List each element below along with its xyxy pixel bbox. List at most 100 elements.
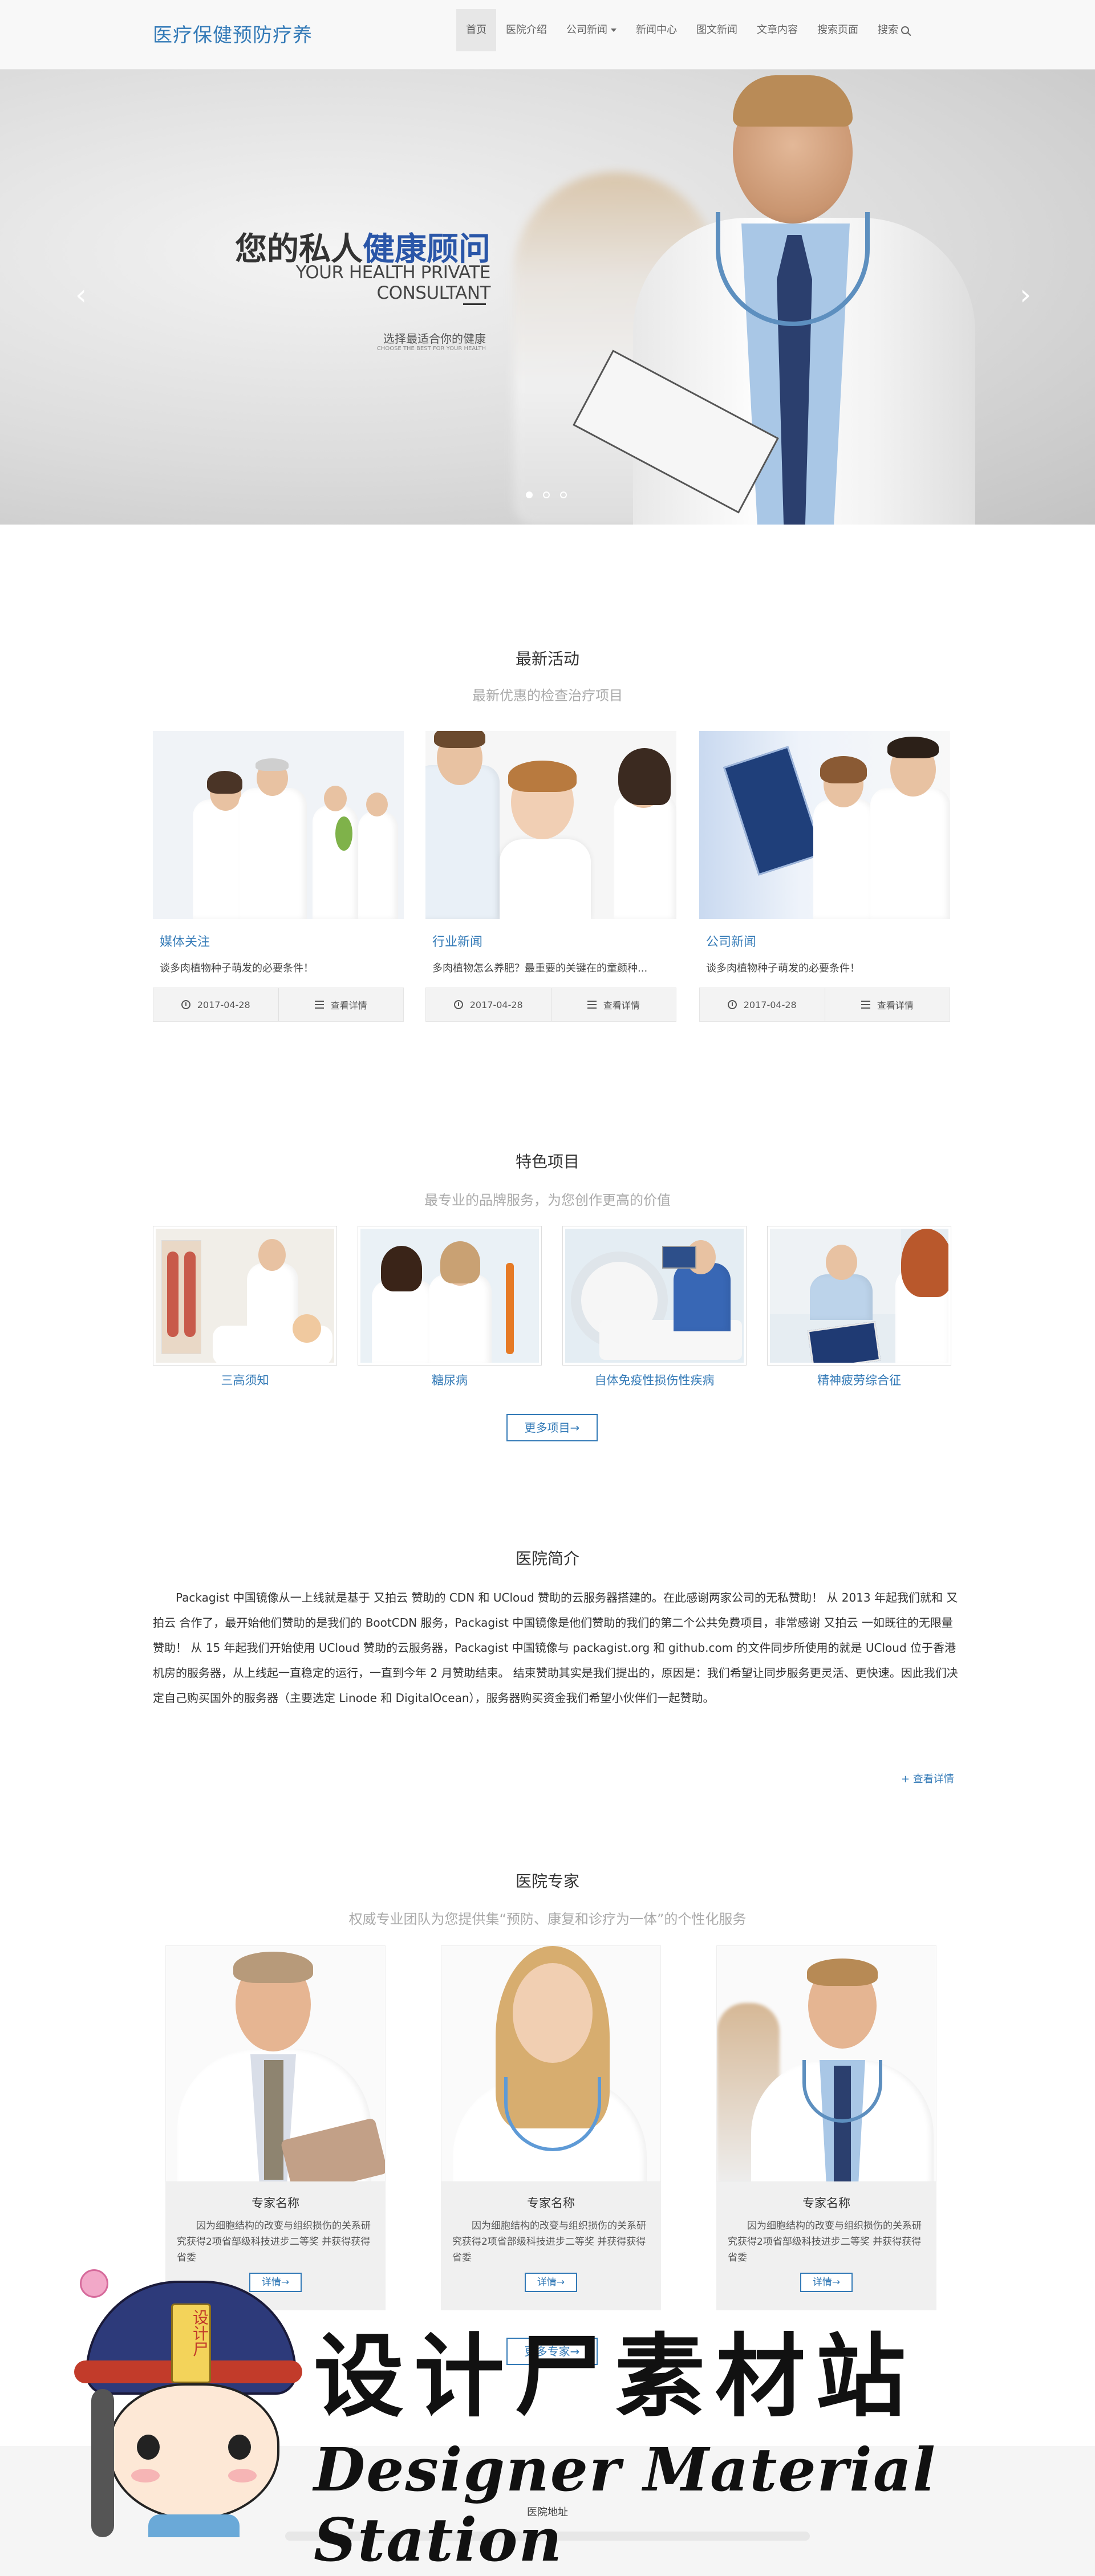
expert-photo bbox=[165, 1945, 386, 2182]
expert-photo bbox=[716, 1945, 936, 2182]
experts-subtitle: 权威专业团队为您提供集“预防、康复和诊疗为一体”的个性化服务 bbox=[348, 1911, 747, 1927]
navbar: 医疗保健预防疗养 首页 医院介绍 公司新闻 新闻中心 图文新闻 文章内容 搜索页… bbox=[0, 0, 1095, 70]
site-brand[interactable]: 医疗保健预防疗养 bbox=[153, 19, 313, 47]
activity-card-date-cell: 2017-04-28 bbox=[700, 988, 825, 1021]
featured-item-image bbox=[767, 1226, 951, 1366]
activity-card-date: 2017-04-28 bbox=[197, 999, 250, 1010]
nav-item-photo-news[interactable]: 图文新闻 bbox=[687, 9, 747, 51]
nav-item-company-news-label: 公司新闻 bbox=[566, 24, 607, 36]
expert-desc: 因为细胞结构的改变与组织损伤的关系研究获得2项省部级科技进步二等奖 并获得获得省… bbox=[728, 2220, 922, 2264]
list-icon bbox=[587, 1001, 597, 1009]
chevron-down-icon bbox=[611, 29, 617, 32]
about-title: 医院简介 bbox=[515, 1549, 579, 1568]
activity-card-desc: 谈多肉植物种子萌发的必要条件！ bbox=[706, 962, 860, 974]
featured-item-caption[interactable]: 精神疲劳综合征 bbox=[767, 1371, 951, 1388]
activity-card-date-cell: 2017-04-28 bbox=[153, 988, 278, 1021]
activities-subtitle: 最新优惠的检查治疗项目 bbox=[472, 688, 623, 704]
activity-card[interactable]: 媒体关注 谈多肉植物种子萌发的必要条件！ 2017-04-28 查看详情 bbox=[153, 731, 404, 1025]
nav-item-search-label: 搜索 bbox=[878, 24, 898, 36]
main-menu: 首页 医院介绍 公司新闻 新闻中心 图文新闻 文章内容 搜索页面 搜索 bbox=[456, 9, 919, 51]
activity-card[interactable]: 公司新闻 谈多肉植物种子萌发的必要条件！ 2017-04-28 查看详情 bbox=[699, 731, 950, 1025]
featured-title: 特色项目 bbox=[515, 1152, 579, 1171]
activity-card-desc: 谈多肉植物种子萌发的必要条件！ bbox=[160, 962, 314, 974]
watermark-mascot-image: 设计尸 bbox=[74, 2269, 308, 2537]
nav-item-hospital-intro[interactable]: 医院介绍 bbox=[496, 9, 557, 51]
activity-card-desc: 多肉植物怎么养肥？最重要的关键在的童颜种... bbox=[432, 962, 648, 974]
hero-tagline: 选择最适合你的健康 bbox=[383, 332, 486, 346]
experts-title: 医院专家 bbox=[515, 1872, 579, 1891]
expert-name: 专家名称 bbox=[802, 2196, 850, 2210]
activity-card-more-link[interactable]: 查看详情 bbox=[278, 988, 404, 1021]
expert-photo bbox=[441, 1945, 661, 2182]
list-icon bbox=[314, 1001, 324, 1009]
expert-name: 专家名称 bbox=[527, 2196, 575, 2210]
clock-icon bbox=[453, 1000, 463, 1009]
activity-card-footer: 2017-04-28 查看详情 bbox=[699, 988, 950, 1022]
nav-item-company-news[interactable]: 公司新闻 bbox=[557, 9, 626, 51]
featured-item-caption[interactable]: 三高须知 bbox=[153, 1371, 337, 1388]
activity-card-more-link[interactable]: 查看详情 bbox=[824, 988, 950, 1021]
list-icon bbox=[861, 1001, 870, 1009]
activity-card-image bbox=[153, 731, 404, 919]
activity-card-more-label: 查看详情 bbox=[330, 1000, 367, 1011]
featured-item-caption[interactable]: 自体免疫性损伤性疾病 bbox=[562, 1371, 747, 1388]
expert-card[interactable]: 专家名称 因为细胞结构的改变与组织损伤的关系研究获得2项省部级科技进步二等奖 并… bbox=[165, 1945, 386, 2310]
featured-item[interactable]: 三高须知 bbox=[153, 1226, 337, 1391]
nav-item-home[interactable]: 首页 bbox=[456, 9, 496, 51]
activity-card-category[interactable]: 媒体关注 bbox=[160, 932, 210, 950]
activities-title: 最新活动 bbox=[515, 649, 579, 668]
activity-card-date: 2017-04-28 bbox=[743, 999, 797, 1010]
carousel-next-icon[interactable]: › bbox=[1014, 281, 1037, 309]
clock-icon bbox=[181, 1000, 190, 1009]
about-text: Packagist 中国镜像从一上线就是基于 又拍云 赞助的 CDN 和 UCl… bbox=[153, 1591, 958, 1705]
featured-item-image bbox=[358, 1226, 542, 1366]
activity-card-date: 2017-04-28 bbox=[469, 999, 523, 1010]
featured-subtitle: 最专业的品牌服务，为您创作更高的价值 bbox=[424, 1192, 671, 1208]
hero-subtitle-en: YOUR HEALTH PRIVATE CONSULTANT bbox=[295, 262, 491, 303]
nav-item-search-page[interactable]: 搜索页面 bbox=[808, 9, 868, 51]
activity-card-image bbox=[699, 731, 950, 919]
expert-desc: 因为细胞结构的改变与组织损伤的关系研究获得2项省部级科技进步二等奖 并获得获得省… bbox=[452, 2220, 646, 2264]
expert-name: 专家名称 bbox=[252, 2196, 299, 2210]
nav-item-article[interactable]: 文章内容 bbox=[747, 9, 808, 51]
nav-item-news-center[interactable]: 新闻中心 bbox=[626, 9, 687, 51]
activity-card-more-label: 查看详情 bbox=[877, 1000, 914, 1011]
hero-doctor-hair bbox=[733, 75, 853, 127]
nav-item-search[interactable]: 搜索 bbox=[868, 9, 919, 51]
carousel-dot-1[interactable] bbox=[526, 491, 533, 498]
carousel-dot-2[interactable] bbox=[543, 491, 550, 498]
hero-tagline-en: CHOOSE THE BEST FOR YOUR HEALTH bbox=[376, 346, 486, 352]
watermark-badge-text: 设计尸 bbox=[190, 2309, 209, 2357]
featured-item[interactable]: 自体免疫性损伤性疾病 bbox=[562, 1226, 747, 1391]
hero-carousel: 您的私人健康顾问 YOUR HEALTH PRIVATE CONSULTANT … bbox=[0, 70, 1095, 525]
activity-card-footer: 2017-04-28 查看详情 bbox=[425, 988, 676, 1022]
activity-card-image bbox=[425, 731, 676, 919]
activity-card-category[interactable]: 公司新闻 bbox=[706, 932, 756, 950]
activity-card-more-label: 查看详情 bbox=[603, 1000, 640, 1011]
activity-card-more-link[interactable]: 查看详情 bbox=[550, 988, 676, 1021]
expert-card[interactable]: 专家名称 因为细胞结构的改变与组织损伤的关系研究获得2项省部级科技进步二等奖 并… bbox=[441, 1945, 661, 2310]
featured-item-caption[interactable]: 糖尿病 bbox=[358, 1371, 542, 1388]
carousel-dot-3[interactable] bbox=[560, 491, 567, 498]
featured-item-image bbox=[562, 1226, 747, 1366]
expert-card[interactable]: 专家名称 因为细胞结构的改变与组织损伤的关系研究获得2项省部级科技进步二等奖 并… bbox=[716, 1945, 936, 2310]
carousel-indicators bbox=[526, 491, 567, 498]
featured-item-image bbox=[153, 1226, 337, 1366]
featured-item[interactable]: 糖尿病 bbox=[358, 1226, 542, 1391]
expert-desc: 因为细胞结构的改变与组织损伤的关系研究获得2项省部级科技进步二等奖 并获得获得省… bbox=[177, 2220, 371, 2264]
activity-card-category[interactable]: 行业新闻 bbox=[432, 932, 482, 950]
activity-card-date-cell: 2017-04-28 bbox=[426, 988, 551, 1021]
expert-detail-button[interactable]: 详情→ bbox=[800, 2273, 853, 2292]
watermark-text-en: Designer Material Station bbox=[314, 2435, 936, 2575]
search-icon bbox=[901, 26, 909, 34]
activity-card[interactable]: 行业新闻 多肉植物怎么养肥？最重要的关键在的童颜种... 2017-04-28 … bbox=[425, 731, 676, 1025]
carousel-prev-icon[interactable]: ‹ bbox=[70, 281, 92, 309]
clock-icon bbox=[727, 1000, 737, 1009]
hero-divider bbox=[463, 303, 486, 305]
activity-card-footer: 2017-04-28 查看详情 bbox=[153, 988, 404, 1022]
watermark-text-cn: 设计尸素材站 bbox=[314, 2324, 916, 2429]
about-more-link[interactable]: + 查看详情 bbox=[901, 1771, 954, 1786]
featured-item[interactable]: 精神疲劳综合征 bbox=[767, 1226, 951, 1391]
more-projects-button[interactable]: 更多项目→ bbox=[506, 1414, 598, 1441]
expert-detail-button[interactable]: 详情→ bbox=[525, 2273, 577, 2292]
